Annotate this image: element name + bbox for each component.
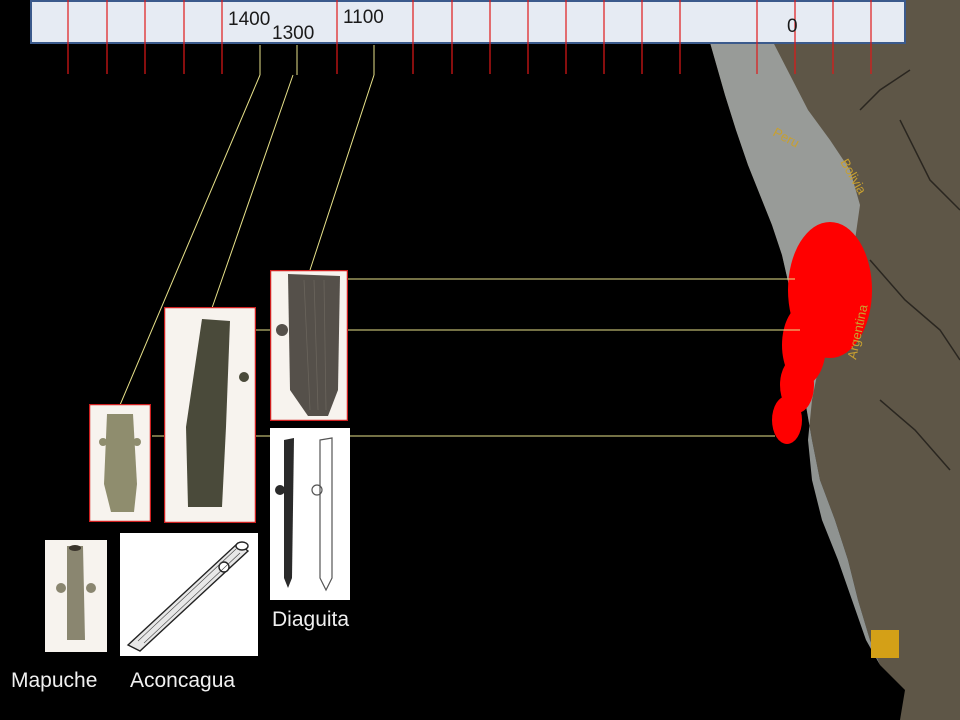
diaguita-artifact-drawing <box>270 428 350 600</box>
timeline-label-0: 0 <box>787 16 798 37</box>
slide: Peru Bolivia Argentina 1400 1300 1100 0 <box>0 0 960 720</box>
culture-label-aconcagua: Aconcagua <box>130 669 236 692</box>
timeline-ticks <box>67 0 872 74</box>
timeline-label-1300: 1300 <box>272 23 315 44</box>
aconcagua-artifact-photo <box>164 307 256 523</box>
timeline-label-1100: 1100 <box>343 7 384 28</box>
mapuche-artifact-photo <box>89 404 151 522</box>
aconcagua-artifact-drawing <box>120 533 258 656</box>
diaguita-artifact-photo <box>270 270 348 421</box>
legend-swatch <box>871 630 899 658</box>
timeline-label-1400: 1400 <box>228 9 271 30</box>
culture-label-mapuche: Mapuche <box>11 669 98 692</box>
culture-label-diaguita: Diaguita <box>272 608 350 631</box>
mapuche-artifact-photo-2 <box>45 540 107 652</box>
